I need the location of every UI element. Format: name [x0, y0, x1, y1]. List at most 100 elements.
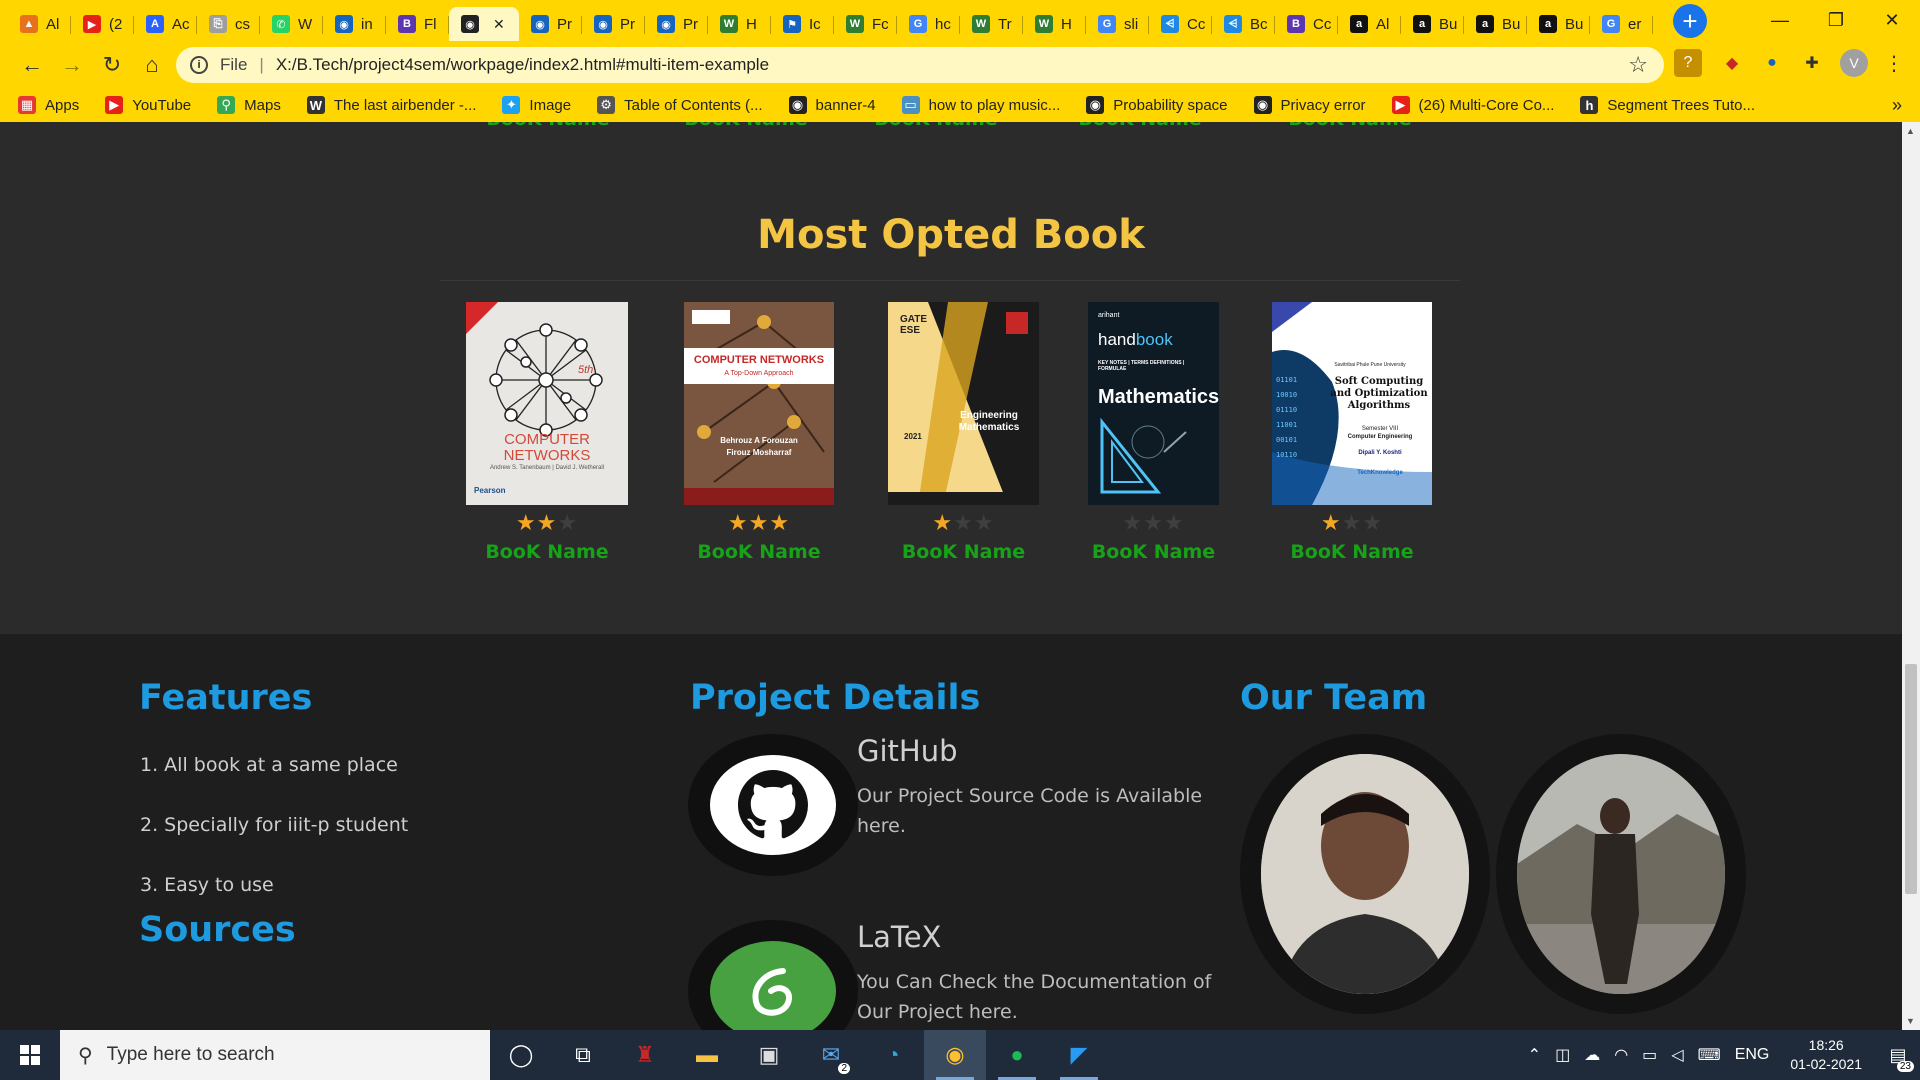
book-name-link[interactable]: BooK Name — [1290, 541, 1413, 563]
vscode-icon[interactable]: ◤ — [1048, 1030, 1110, 1080]
book-card[interactable]: arihant handbook KEY NOTES | TERMS DEFIN… — [1088, 302, 1219, 563]
extensions-puzzle-icon[interactable]: ✚ — [1798, 49, 1826, 77]
browser-tab[interactable]: ◉ Pr — [582, 7, 645, 41]
browser-tab[interactable]: ⎘ cs — [197, 7, 260, 41]
chrome-icon[interactable]: ◉ — [924, 1030, 986, 1080]
browser-tab[interactable]: ⩤ Bc — [1212, 7, 1275, 41]
webcam-icon[interactable]: ◫ — [1555, 1045, 1570, 1065]
book-name-link[interactable]: BooK Name — [874, 122, 997, 130]
browser-tab[interactable]: W Fc — [834, 7, 897, 41]
browser-tab[interactable]: WH — [708, 7, 771, 41]
bookmark-item[interactable]: ◉ banner-4 — [788, 96, 876, 114]
book-card[interactable]: COMPUTER NETWORKS A Top-Down Approach Be… — [684, 302, 834, 563]
battery-icon[interactable]: ▭ — [1642, 1045, 1657, 1065]
bookmark-item[interactable]: W The last airbender -... — [306, 96, 476, 114]
extension-blue-icon[interactable]: ● — [1758, 49, 1786, 77]
new-tab-button[interactable]: + — [1673, 4, 1707, 38]
home-button[interactable]: ⌂ — [132, 47, 172, 83]
spotify-icon[interactable]: ● — [986, 1030, 1048, 1080]
latex-link[interactable] — [688, 920, 858, 1030]
page-scrollbar[interactable]: ▲ ▼ — [1902, 122, 1920, 1030]
browser-tab[interactable]: ◉ Pr — [645, 7, 708, 41]
github-description[interactable]: Our Project Source Code is Available her… — [857, 781, 1217, 841]
book-cover[interactable]: 01101 10010 01110 11001 00101 10110 Savitrib… — [1272, 302, 1432, 505]
browser-tab[interactable]: B Fl — [386, 7, 449, 41]
tab-active[interactable]: ◉ ✕ — [449, 7, 519, 41]
browser-tab[interactable]: WH — [1023, 7, 1086, 41]
browser-tab[interactable]: ⚑ Ic — [771, 7, 834, 41]
latex-description[interactable]: You Can Check the Documentation of Our P… — [857, 967, 1217, 1027]
wifi-icon[interactable]: ◠ — [1614, 1045, 1628, 1065]
bookmark-item[interactable]: ◉ Privacy error — [1253, 96, 1366, 114]
book-name-link[interactable]: BooK Name — [684, 122, 807, 130]
forward-button[interactable]: → — [52, 47, 92, 83]
book-card[interactable]: 5th COMPUTER NETWORKS Andrew S. Tanenbau… — [466, 302, 628, 563]
url-text[interactable]: X:/B.Tech/project4sem/workpage/index2.ht… — [276, 55, 769, 75]
show-hidden-icons[interactable]: ⌃ — [1528, 1045, 1541, 1065]
volume-icon[interactable]: ◁ — [1671, 1045, 1683, 1065]
file-explorer-icon[interactable]: ▬ — [676, 1030, 738, 1080]
browser-tab[interactable]: Gsli — [1086, 7, 1149, 41]
book-card[interactable]: 01101 10010 01110 11001 00101 10110 Savitrib… — [1272, 302, 1432, 563]
book-name-link[interactable]: BooK Name — [1092, 541, 1215, 563]
book-cover[interactable]: 5th COMPUTER NETWORKS Andrew S. Tanenbau… — [466, 302, 628, 505]
browser-tab[interactable]: W Tr — [960, 7, 1023, 41]
bookmark-item[interactable]: ▦ Apps — [18, 96, 79, 114]
predator-app-icon[interactable]: ♜ — [614, 1030, 676, 1080]
github-link[interactable] — [688, 734, 858, 876]
profile-avatar[interactable]: V — [1840, 49, 1868, 77]
browser-tab[interactable]: ⩤ Cc — [1149, 7, 1212, 41]
book-cover[interactable]: COMPUTER NETWORKS A Top-Down Approach Be… — [684, 302, 834, 505]
book-name-link[interactable]: BooK Name — [486, 122, 609, 130]
scroll-down-icon[interactable]: ▼ — [1906, 1016, 1915, 1026]
book-name-link[interactable]: BooK Name — [697, 541, 820, 563]
site-info-icon[interactable]: i — [190, 56, 208, 74]
language-indicator[interactable]: ENG — [1735, 1046, 1770, 1064]
bookmark-item[interactable]: ▭ how to play music... — [901, 96, 1060, 114]
taskbar-search[interactable]: ⚲ Type here to search — [60, 1030, 490, 1080]
back-button[interactable]: ← — [12, 47, 52, 83]
bookmark-item[interactable]: ▶ YouTube — [105, 96, 191, 114]
book-name-link[interactable]: BooK Name — [485, 541, 608, 563]
task-view-icon[interactable]: ⧉ — [552, 1030, 614, 1080]
bookmark-item[interactable]: ✦ Image — [502, 96, 571, 114]
book-cover[interactable]: arihant handbook KEY NOTES | TERMS DEFIN… — [1088, 302, 1219, 505]
start-button[interactable] — [0, 1030, 60, 1080]
book-name-link[interactable]: BooK Name — [1078, 122, 1201, 130]
browser-tab[interactable]: Ghc — [897, 7, 960, 41]
book-card[interactable]: GATE ESE Engineering Mathematics 2021 ★★… — [888, 302, 1039, 563]
clock[interactable]: 18:26 01-02-2021 — [1790, 1036, 1862, 1074]
minimize-button[interactable]: — — [1752, 0, 1808, 41]
keyboard-icon[interactable]: ⌨ — [1698, 1045, 1721, 1065]
restore-button[interactable]: ❐ — [1808, 0, 1864, 41]
scroll-up-icon[interactable]: ▲ — [1906, 126, 1915, 136]
bookmark-star-icon[interactable]: ☆ — [1628, 52, 1648, 78]
scrollbar-thumb[interactable] — [1905, 664, 1917, 894]
browser-tab[interactable]: a Al — [1338, 7, 1401, 41]
browser-tab[interactable]: a Bu — [1464, 7, 1527, 41]
bookmark-item[interactable]: ⚲ Maps — [217, 96, 281, 114]
store-icon[interactable]: ▣ — [738, 1030, 800, 1080]
browser-tab[interactable]: ✆ W — [260, 7, 323, 41]
browser-tab[interactable]: ▲ Al — [8, 7, 71, 41]
book-cover[interactable]: GATE ESE Engineering Mathematics 2021 — [888, 302, 1039, 505]
address-bar[interactable]: i File | X:/B.Tech/project4sem/workpage/… — [176, 47, 1664, 83]
close-window-button[interactable]: ✕ — [1864, 0, 1920, 41]
bookmark-item[interactable]: ▶ (26) Multi-Core Co... — [1391, 96, 1554, 114]
cortana-icon[interactable]: ◯ — [490, 1030, 552, 1080]
reload-button[interactable]: ↻ — [92, 47, 132, 83]
bookmark-item[interactable]: h Segment Trees Tuto... — [1580, 96, 1755, 114]
browser-tab[interactable]: a Bu — [1527, 7, 1590, 41]
browser-tab[interactable]: a Bu — [1401, 7, 1464, 41]
book-name-link[interactable]: BooK Name — [1288, 122, 1411, 130]
close-tab-icon[interactable]: ✕ — [493, 16, 505, 33]
onedrive-icon[interactable]: ☁ — [1584, 1045, 1600, 1065]
extension-ublock-icon[interactable]: ◆ — [1718, 49, 1746, 77]
notifications-button[interactable]: ▤ 23 — [1876, 1030, 1920, 1080]
browser-tab[interactable]: Ger — [1590, 7, 1653, 41]
browser-tab[interactable]: ◉ in — [323, 7, 386, 41]
browser-tab[interactable]: B Cc — [1275, 7, 1338, 41]
book-name-link[interactable]: BooK Name — [902, 541, 1025, 563]
edge-icon[interactable]: ◔ — [862, 1030, 924, 1080]
browser-tab[interactable]: A Ac — [134, 7, 197, 41]
